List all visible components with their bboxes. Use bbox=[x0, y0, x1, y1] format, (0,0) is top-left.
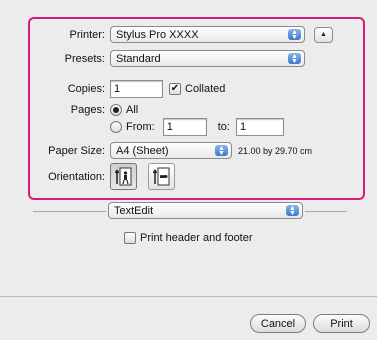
pages-from-value: 1 bbox=[166, 121, 173, 133]
print-button[interactable]: Print bbox=[313, 314, 370, 333]
print-button-label: Print bbox=[330, 317, 353, 330]
collated-label: Collated bbox=[185, 83, 226, 95]
pages-label: Pages: bbox=[70, 104, 105, 116]
paper-size-label: Paper Size: bbox=[48, 144, 105, 157]
copies-value: 1 bbox=[114, 83, 121, 95]
section-divider-left bbox=[33, 211, 106, 212]
collated-checkbox[interactable]: ✔ bbox=[169, 83, 181, 95]
print-header-footer-checkbox[interactable] bbox=[124, 232, 136, 244]
portrait-orientation-icon bbox=[114, 167, 131, 185]
popup-arrows-icon: ▲ ▼ bbox=[286, 205, 299, 217]
section-popup[interactable]: TextEdit ▲ ▼ bbox=[108, 202, 303, 219]
copies-field[interactable]: 1 bbox=[110, 80, 163, 98]
copies-label: Copies: bbox=[67, 83, 105, 95]
printer-value: Stylus Pro XXXX bbox=[116, 28, 199, 41]
orientation-portrait-button[interactable] bbox=[110, 163, 137, 190]
presets-popup[interactable]: Standard ▲ ▼ bbox=[110, 50, 305, 67]
printer-popup[interactable]: Stylus Pro XXXX ▲ ▼ bbox=[110, 26, 305, 43]
print-header-footer-label: Print header and footer bbox=[140, 232, 253, 244]
landscape-orientation-icon bbox=[152, 167, 169, 185]
pages-all-label: All bbox=[126, 104, 139, 116]
bottom-divider bbox=[0, 296, 377, 297]
orientation-label: Orientation: bbox=[48, 170, 105, 183]
paper-dimensions: 21.00 by 29.70 cm bbox=[238, 145, 313, 156]
pages-to-value: 1 bbox=[239, 121, 247, 133]
cancel-button-label: Cancel bbox=[260, 317, 296, 330]
section-popup-value: TextEdit bbox=[114, 204, 154, 217]
popup-arrows-icon: ▲ ▼ bbox=[288, 29, 301, 41]
print-dialog: Printer: Stylus Pro XXXX ▲ ▼ ▲ Presets: S… bbox=[0, 0, 377, 340]
cancel-button[interactable]: Cancel bbox=[250, 314, 306, 333]
pages-from-label: From: bbox=[126, 121, 155, 133]
paper-size-popup[interactable]: A4 (Sheet) ▲ ▼ bbox=[110, 142, 232, 159]
disclosure-triangle-icon[interactable]: ▲ bbox=[314, 26, 333, 43]
pages-to-field[interactable]: 1 bbox=[235, 118, 284, 136]
popup-arrows-icon: ▲ ▼ bbox=[288, 53, 301, 65]
pages-all-radio[interactable] bbox=[110, 104, 122, 116]
pages-from-field[interactable]: 1 bbox=[162, 118, 207, 136]
section-divider-right bbox=[305, 211, 347, 212]
pages-from-radio[interactable] bbox=[110, 121, 122, 133]
presets-label: Presets: bbox=[64, 52, 105, 65]
pages-to-label: to: bbox=[217, 121, 230, 133]
popup-arrows-icon: ▲ ▼ bbox=[215, 145, 228, 157]
paper-size-value: A4 (Sheet) bbox=[116, 144, 169, 157]
printer-label: Printer: bbox=[69, 28, 105, 41]
presets-value: Standard bbox=[116, 52, 161, 65]
orientation-landscape-button[interactable] bbox=[148, 163, 175, 190]
